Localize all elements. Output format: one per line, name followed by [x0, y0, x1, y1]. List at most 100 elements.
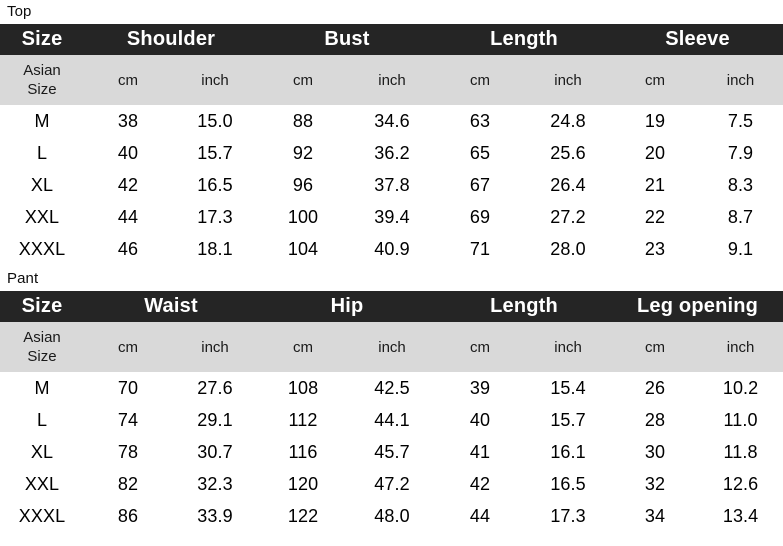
top-header-group-length: Length — [436, 24, 613, 55]
pant-units-asian-size: Asian Size — [0, 322, 84, 372]
pant-row-xxl-v5: 16.5 — [524, 468, 613, 500]
table-row: L 40 15.7 92 36.2 65 25.6 20 7.9 — [0, 137, 783, 169]
table-row: M 38 15.0 88 34.6 63 24.8 19 7.5 — [0, 105, 783, 137]
pant-row-xl-v0: 78 — [84, 436, 172, 468]
top-row-xxxl-size: XXXL — [0, 233, 84, 265]
top-row-xxl-v0: 44 — [84, 201, 172, 233]
pant-asian-size-line1: Asian — [23, 329, 61, 346]
pant-row-xl-v4: 41 — [436, 436, 525, 468]
top-units-asian-size: Asian Size — [0, 55, 84, 105]
pant-row-xxxl-size: XXXL — [0, 500, 84, 532]
top-row-l-v4: 65 — [436, 137, 524, 169]
pant-row-l-size: L — [0, 404, 84, 436]
pant-header-size: Size — [0, 291, 84, 322]
top-row-xl-v5: 26.4 — [524, 169, 613, 201]
top-header-group-bust: Bust — [258, 24, 436, 55]
table-row: M 70 27.6 108 42.5 39 15.4 26 10.2 — [0, 372, 783, 404]
pant-unit-legopening-inch: inch — [698, 322, 783, 372]
pant-row-xxxl-v5: 17.3 — [524, 500, 613, 532]
pant-row-xxxl-v4: 44 — [436, 500, 525, 532]
pant-row-l-v1: 29.1 — [172, 404, 259, 436]
size-chart-page: Top Size Shoulder Bust Length Sleeve Asi… — [0, 0, 783, 546]
pant-units-band: Asian Size cm inch cm inch cm inch cm in… — [0, 322, 783, 372]
pant-row-xxxl-v3: 48.0 — [348, 500, 437, 532]
pant-row-xl-v6: 30 — [612, 436, 699, 468]
pant-row-m-v7: 10.2 — [698, 372, 783, 404]
table-row: L 74 29.1 112 44.1 40 15.7 28 11.0 — [0, 404, 783, 436]
top-row-m-size: M — [0, 105, 84, 137]
pant-row-xxxl-v7: 13.4 — [698, 500, 783, 532]
top-row-m-v5: 24.8 — [524, 105, 613, 137]
pant-header-group-length: Length — [436, 291, 613, 322]
top-row-l-v0: 40 — [84, 137, 172, 169]
top-units-band: Asian Size cm inch cm inch cm inch cm in… — [0, 55, 783, 105]
top-row-m-v6: 19 — [612, 105, 699, 137]
top-row-xxxl-v4: 71 — [436, 233, 524, 265]
pant-unit-waist-inch: inch — [172, 322, 259, 372]
pant-row-xl-v5: 16.1 — [524, 436, 613, 468]
pant-header-group-leg-opening: Leg opening — [612, 291, 783, 322]
table-row: XXXL 46 18.1 104 40.9 71 28.0 23 9.1 — [0, 233, 783, 265]
pant-row-xxl-v7: 12.6 — [698, 468, 783, 500]
pant-row-xxxl-v6: 34 — [612, 500, 699, 532]
pant-row-l-v0: 74 — [84, 404, 172, 436]
pant-row-m-v5: 15.4 — [524, 372, 613, 404]
pant-row-xxxl-v2: 122 — [258, 500, 349, 532]
top-header-size: Size — [0, 24, 84, 55]
table-row: XXL 82 32.3 120 47.2 42 16.5 32 12.6 — [0, 468, 783, 500]
pant-units-row: Asian Size cm inch cm inch cm inch cm in… — [0, 322, 783, 372]
pant-size-table: Size Waist Hip Length Leg opening Asian … — [0, 291, 783, 532]
pant-row-xxl-v1: 32.3 — [172, 468, 259, 500]
top-row-xl-v2: 96 — [258, 169, 348, 201]
top-unit-bust-cm: cm — [258, 55, 348, 105]
top-row-xxl-v4: 69 — [436, 201, 524, 233]
top-row-xxl-size: XXL — [0, 201, 84, 233]
pant-row-l-v3: 44.1 — [348, 404, 437, 436]
top-row-m-v7: 7.5 — [698, 105, 783, 137]
top-unit-length-cm: cm — [436, 55, 524, 105]
pant-unit-waist-cm: cm — [84, 322, 172, 372]
top-units-row: Asian Size cm inch cm inch cm inch cm in… — [0, 55, 783, 105]
top-row-m-v3: 34.6 — [348, 105, 436, 137]
top-row-xxl-v5: 27.2 — [524, 201, 613, 233]
pant-row-xl-v2: 116 — [258, 436, 349, 468]
pant-table-header: Size Waist Hip Length Leg opening — [0, 291, 783, 322]
pant-row-m-v2: 108 — [258, 372, 349, 404]
pant-row-xxl-size: XXL — [0, 468, 84, 500]
pant-unit-hip-inch: inch — [348, 322, 437, 372]
top-row-xxl-v1: 17.3 — [172, 201, 258, 233]
top-row-l-v5: 25.6 — [524, 137, 613, 169]
pant-row-m-v1: 27.6 — [172, 372, 259, 404]
top-row-xxxl-v0: 46 — [84, 233, 172, 265]
pant-unit-length-inch: inch — [524, 322, 613, 372]
section-caption-pant-wrapper: Pant — [0, 265, 783, 291]
top-row-l-v1: 15.7 — [172, 137, 258, 169]
pant-row-xxl-v4: 42 — [436, 468, 525, 500]
top-row-xxl-v6: 22 — [612, 201, 699, 233]
top-unit-shoulder-inch: inch — [172, 55, 258, 105]
top-table-body: M 38 15.0 88 34.6 63 24.8 19 7.5 L 40 15… — [0, 105, 783, 265]
top-row-xxxl-v2: 104 — [258, 233, 348, 265]
pant-row-m-v0: 70 — [84, 372, 172, 404]
top-unit-bust-inch: inch — [348, 55, 436, 105]
top-row-xl-v0: 42 — [84, 169, 172, 201]
pant-header-group-waist: Waist — [84, 291, 259, 322]
pant-row-xxl-v2: 120 — [258, 468, 349, 500]
top-header-group-shoulder: Shoulder — [84, 24, 258, 55]
top-unit-shoulder-cm: cm — [84, 55, 172, 105]
pant-row-l-v7: 11.0 — [698, 404, 783, 436]
table-row: XL 78 30.7 116 45.7 41 16.1 30 11.8 — [0, 436, 783, 468]
top-row-xxxl-v5: 28.0 — [524, 233, 613, 265]
section-caption-pant: Pant — [7, 270, 39, 287]
top-row-xxl-v3: 39.4 — [348, 201, 436, 233]
top-unit-sleeve-inch: inch — [698, 55, 783, 105]
pant-table-body: M 70 27.6 108 42.5 39 15.4 26 10.2 L 74 … — [0, 372, 783, 532]
top-row-l-v2: 92 — [258, 137, 348, 169]
top-row-xxxl-v7: 9.1 — [698, 233, 783, 265]
pant-row-l-v4: 40 — [436, 404, 525, 436]
pant-unit-legopening-cm: cm — [612, 322, 699, 372]
pant-row-xxxl-v0: 86 — [84, 500, 172, 532]
top-row-xxxl-v1: 18.1 — [172, 233, 258, 265]
pant-row-m-v3: 42.5 — [348, 372, 437, 404]
top-row-l-v3: 36.2 — [348, 137, 436, 169]
